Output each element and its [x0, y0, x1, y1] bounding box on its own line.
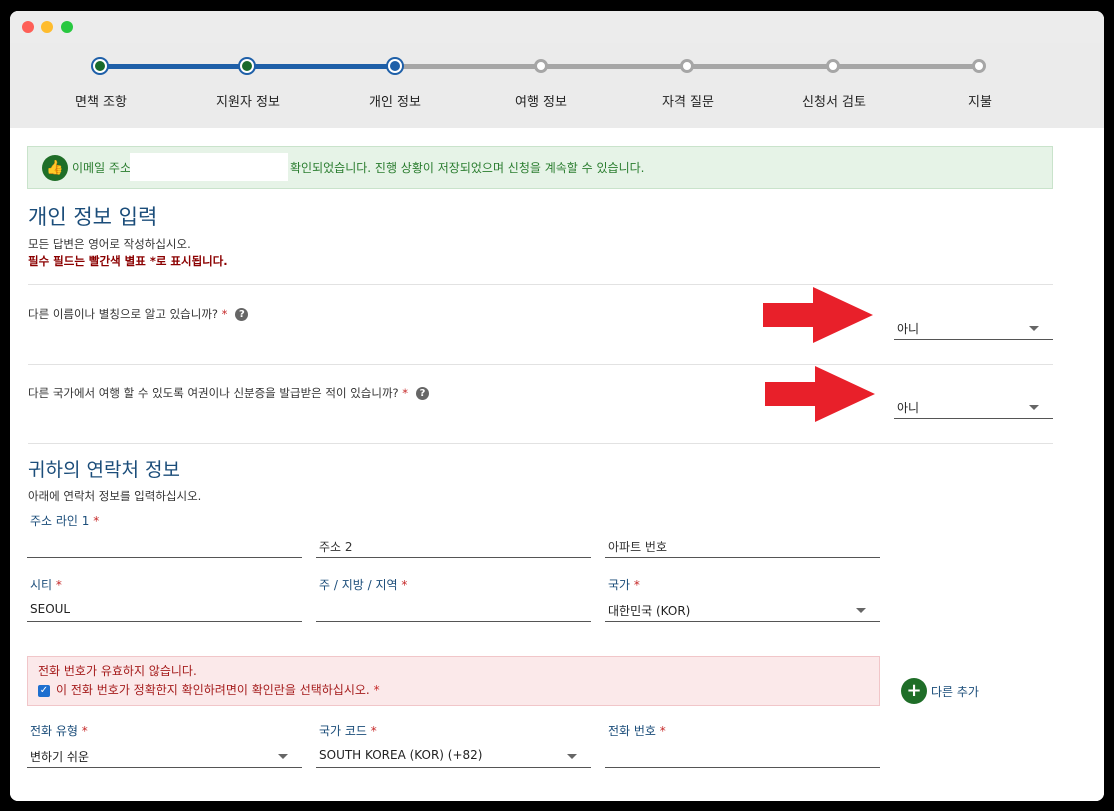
city-label: 시티 *	[30, 578, 62, 592]
divider	[28, 443, 1053, 444]
thumbs-up-icon: 👍	[42, 155, 68, 181]
chevron-down-icon	[567, 754, 577, 759]
step-label-applicant: 지원자 정보	[216, 95, 280, 110]
step-node-applicant	[240, 59, 254, 73]
phone-number-label: 전화 번호 *	[608, 724, 666, 738]
chevron-down-icon	[1029, 405, 1039, 410]
minimize-window-icon[interactable]	[41, 21, 53, 33]
step-label-eligibility: 자격 질문	[662, 95, 714, 110]
required-note: 필수 필드는 빨간색 별표 *로 표시됩니다.	[28, 254, 228, 268]
question-other-passport-text: 다른 국가에서 여행 할 수 있도록 여권이나 신분증을 발급받은 적이 있습니…	[28, 386, 399, 400]
chevron-down-icon	[278, 754, 288, 759]
step-node-review	[826, 59, 840, 73]
question-other-passport: 다른 국가에서 여행 할 수 있도록 여권이나 신분증을 발급받은 적이 있습니…	[28, 385, 430, 401]
phone-confirm-row: ✓ 이 전화 번호가 정확한지 확인하려면이 확인란을 선택하십시오. *	[38, 681, 380, 698]
redacted-email	[130, 153, 288, 181]
step-label-disclaimer: 면책 조항	[75, 95, 127, 110]
phone-confirm-text: 이 전화 번호가 정확한지 확인하려면이 확인란을 선택하십시오.	[56, 683, 370, 697]
apartment-placeholder: 아파트 번호	[608, 540, 668, 554]
address2-placeholder: 주소 2	[319, 540, 353, 554]
step-node-payment	[972, 59, 986, 73]
required-star: *	[218, 307, 228, 321]
address1-input[interactable]	[27, 530, 302, 558]
phone-number-input[interactable]	[605, 740, 880, 768]
city-input[interactable]: SEOUL	[27, 594, 302, 622]
question-other-names: 다른 이름이나 별칭으로 알고 있습니까? *?	[28, 306, 249, 322]
phone-type-label: 전화 유형 *	[30, 724, 88, 738]
step-label-payment: 지불	[968, 95, 992, 110]
country-select[interactable]: 대한민국 (KOR)	[605, 594, 880, 622]
alert-message: 확인되었습니다. 진행 상황이 저장되었으며 신청을 계속할 수 있습니다.	[290, 161, 645, 175]
plus-icon: +	[901, 678, 927, 704]
phone-invalid-alert: 전화 번호가 유효하지 않습니다. ✓ 이 전화 번호가 정확한지 확인하려면이 …	[27, 656, 880, 706]
step-node-personal	[388, 59, 402, 73]
browser-window: 면책 조항 지원자 정보 개인 정보 여행 정보 자격 질문 신청서 검토 지불…	[10, 11, 1104, 801]
personal-info-title: 개인 정보 입력	[28, 205, 158, 229]
other-passport-value: 아니	[897, 401, 920, 415]
country-value: 대한민국 (KOR)	[608, 604, 691, 618]
other-names-select[interactable]: 아니	[894, 312, 1053, 340]
divider	[28, 364, 1053, 365]
email-verified-alert: 👍 이메일 주소 확인되었습니다. 진행 상황이 저장되었으며 신청을 계속할 …	[27, 146, 1053, 189]
progress-stepper: 면책 조항 지원자 정보 개인 정보 여행 정보 자격 질문 신청서 검토 지불	[10, 43, 1104, 128]
contact-subtitle: 아래에 연락처 정보를 입력하십시오.	[28, 489, 202, 503]
phone-confirm-checkbox[interactable]: ✓	[38, 684, 50, 697]
phone-error-title: 전화 번호가 유효하지 않습니다.	[38, 664, 197, 678]
step-node-travel	[534, 59, 548, 73]
step-label-review: 신청서 검토	[802, 95, 866, 110]
add-phone-label: 다른 추가	[931, 685, 979, 699]
required-star: *	[369, 683, 380, 697]
country-code-label: 국가 코드 *	[319, 724, 377, 738]
step-node-eligibility	[680, 59, 694, 73]
apartment-input[interactable]: 아파트 번호	[605, 530, 880, 558]
form-content: 👍 이메일 주소 확인되었습니다. 진행 상황이 저장되었으며 신청을 계속할 …	[10, 128, 1104, 801]
other-names-value: 아니	[897, 322, 920, 336]
country-label: 국가 *	[608, 578, 640, 592]
divider	[28, 284, 1053, 285]
red-arrow-icon	[765, 366, 875, 422]
phone-type-value: 변하기 쉬운	[30, 750, 90, 764]
window-titlebar	[10, 11, 1104, 43]
chevron-down-icon	[1029, 326, 1039, 331]
address1-label: 주소 라인 1 *	[30, 514, 100, 528]
question-other-names-text: 다른 이름이나 별칭으로 알고 있습니까?	[28, 307, 219, 321]
required-star: *	[398, 386, 409, 400]
country-code-value: SOUTH KOREA (KOR) (+82)	[319, 748, 483, 762]
other-passport-select[interactable]: 아니	[894, 391, 1053, 419]
red-arrow-icon	[763, 287, 873, 343]
help-icon[interactable]: ?	[235, 308, 249, 321]
help-icon[interactable]: ?	[416, 387, 430, 400]
state-input[interactable]	[316, 594, 591, 622]
close-window-icon[interactable]	[22, 21, 34, 33]
contact-info-title: 귀하의 연락처 정보	[28, 459, 180, 481]
step-label-personal: 개인 정보	[369, 95, 421, 110]
maximize-window-icon[interactable]	[61, 21, 73, 33]
address2-input[interactable]: 주소 2	[316, 530, 591, 558]
alert-prefix: 이메일 주소	[72, 161, 132, 175]
step-label-travel: 여행 정보	[515, 95, 567, 110]
state-label: 주 / 지방 / 지역 *	[319, 578, 408, 592]
step-node-disclaimer	[93, 59, 107, 73]
english-note: 모든 답변은 영어로 작성하십시오.	[28, 237, 191, 251]
country-code-select[interactable]: SOUTH KOREA (KOR) (+82)	[316, 740, 591, 768]
phone-type-select[interactable]: 변하기 쉬운	[27, 740, 302, 768]
chevron-down-icon	[856, 608, 866, 613]
city-value: SEOUL	[30, 602, 71, 616]
